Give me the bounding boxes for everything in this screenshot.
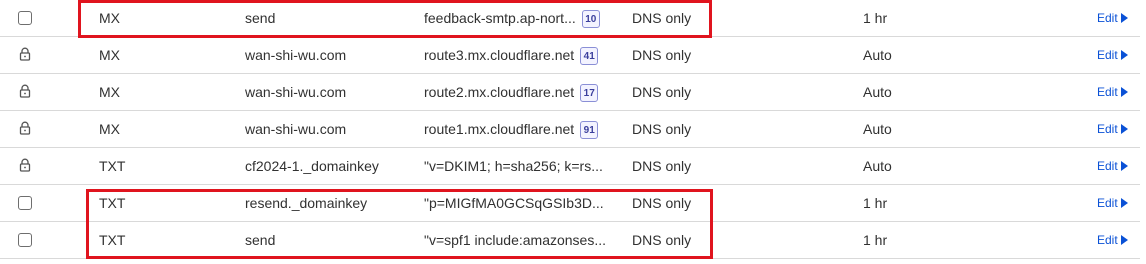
record-name: wan-shi-wu.com [245,121,347,137]
table-row: TXT resend._domainkey "p=MIGfMA0GCSqGSIb… [0,185,1140,222]
record-content: "v=spf1 include:amazonses... [424,222,606,258]
record-content: route3.mx.cloudflare.net 41 [424,37,599,73]
edit-label[interactable]: Edit [1097,11,1118,25]
edit-link[interactable]: Edit [1097,111,1128,147]
record-name: resend._domainkey [245,195,368,211]
record-content-text: route1.mx.cloudflare.net [424,121,575,137]
record-ttl: Auto [863,158,892,174]
lock-icon [19,84,31,98]
lock-icon [19,121,31,135]
row-checkbox[interactable] [18,196,32,210]
edit-link[interactable]: Edit [1097,37,1128,73]
proxy-status: DNS only [632,47,692,63]
record-ttl: 1 hr [863,232,888,248]
record-content: route2.mx.cloudflare.net 17 [424,74,599,110]
edit-link[interactable]: Edit [1097,148,1128,184]
proxy-status: DNS only [632,195,692,211]
record-ttl: 1 hr [863,195,888,211]
table-row: TXT cf2024-1._domainkey "v=DKIM1; h=sha2… [0,148,1140,185]
edit-label[interactable]: Edit [1097,196,1118,210]
caret-right-icon [1120,50,1128,60]
caret-right-icon [1120,161,1128,171]
caret-right-icon [1120,13,1128,23]
record-type: TXT [99,158,126,174]
record-content: feedback-smtp.ap-nort... 10 [424,0,600,36]
record-content-text: route2.mx.cloudflare.net [424,84,575,100]
edit-label[interactable]: Edit [1097,233,1118,247]
record-ttl: Auto [863,47,892,63]
row-select[interactable] [18,0,36,36]
edit-label[interactable]: Edit [1097,159,1118,173]
caret-right-icon [1120,198,1128,208]
record-name: cf2024-1._domainkey [245,158,379,174]
priority-badge: 17 [580,84,599,103]
row-checkbox[interactable] [18,233,32,247]
record-name: wan-shi-wu.com [245,84,347,100]
edit-label[interactable]: Edit [1097,85,1118,99]
caret-right-icon [1120,87,1128,97]
lock-icon [19,47,31,61]
record-type: MX [99,10,120,26]
caret-right-icon [1120,235,1128,245]
proxy-status: DNS only [632,158,692,174]
record-content: "v=DKIM1; h=sha256; k=rs... [424,148,603,184]
record-name: wan-shi-wu.com [245,47,347,63]
record-type: MX [99,121,120,137]
record-ttl: Auto [863,121,892,137]
row-select [18,74,36,110]
record-type: TXT [99,195,126,211]
record-type: MX [99,84,120,100]
edit-link[interactable]: Edit [1097,222,1128,258]
priority-badge: 10 [581,10,600,29]
record-name: send [245,232,276,248]
record-content-text: "p=MIGfMA0GCSqGSIb3D... [424,195,604,211]
proxy-status: DNS only [632,121,692,137]
table-row: MX wan-shi-wu.com route2.mx.cloudflare.n… [0,74,1140,111]
table-row: MX send feedback-smtp.ap-nort... 10 DNS o… [0,0,1140,37]
record-ttl: 1 hr [863,10,888,26]
priority-badge: 91 [580,121,599,140]
record-content: route1.mx.cloudflare.net 91 [424,111,599,147]
caret-right-icon [1120,124,1128,134]
dns-records-table: MX send feedback-smtp.ap-nort... 10 DNS o… [0,0,1146,264]
priority-badge: 41 [580,47,599,66]
edit-link[interactable]: Edit [1097,185,1128,221]
edit-link[interactable]: Edit [1097,0,1128,36]
lock-icon [19,158,31,172]
row-select[interactable] [18,222,36,258]
row-select [18,111,36,147]
table-row: MX wan-shi-wu.com route1.mx.cloudflare.n… [0,111,1140,148]
record-content-text: "v=DKIM1; h=sha256; k=rs... [424,158,603,174]
proxy-status: DNS only [632,232,692,248]
proxy-status: DNS only [632,10,692,26]
record-type: TXT [99,232,126,248]
record-content-text: feedback-smtp.ap-nort... [424,10,576,26]
table-row: MX wan-shi-wu.com route3.mx.cloudflare.n… [0,37,1140,74]
row-checkbox[interactable] [18,11,32,25]
record-content-text: "v=spf1 include:amazonses... [424,232,607,248]
record-content: "p=MIGfMA0GCSqGSIb3D... [424,185,604,221]
proxy-status: DNS only [632,84,692,100]
edit-link[interactable]: Edit [1097,74,1128,110]
row-select [18,37,36,73]
edit-label[interactable]: Edit [1097,48,1118,62]
record-content-text: route3.mx.cloudflare.net [424,47,575,63]
edit-label[interactable]: Edit [1097,122,1118,136]
record-type: MX [99,47,120,63]
record-name: send [245,10,276,26]
row-select[interactable] [18,185,36,221]
table-row: TXT send "v=spf1 include:amazonses... DN… [0,222,1140,259]
record-ttl: Auto [863,84,892,100]
row-select [18,148,36,184]
